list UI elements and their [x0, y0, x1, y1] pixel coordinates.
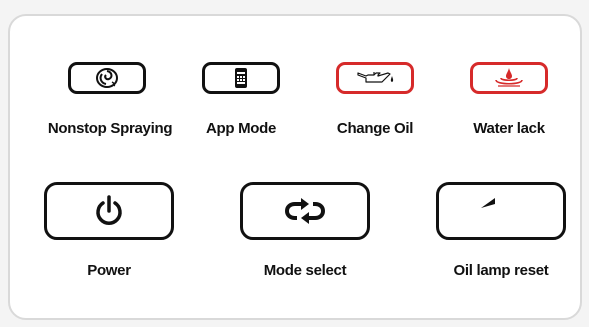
control-panel: Nonstop Spraying App Mode Change Oil Wat…: [8, 14, 582, 320]
spray-icon: [94, 67, 120, 89]
cycle-arrows-icon: [283, 198, 327, 224]
water-lack-label: Water lack: [473, 120, 545, 137]
phone-app-icon: [234, 67, 248, 89]
back-arrow-icon: [479, 196, 523, 226]
power-label: Power: [87, 262, 131, 279]
water-drop-icon: [492, 67, 526, 89]
oil-lamp-reset-button[interactable]: [436, 182, 566, 240]
power-button[interactable]: [44, 182, 174, 240]
oil-can-icon: [354, 67, 396, 89]
app-mode-indicator: [202, 62, 280, 94]
mode-select-label: Mode select: [263, 262, 347, 279]
nonstop-spraying-indicator: [68, 62, 146, 94]
nonstop-spraying-label: Nonstop Spraying: [47, 120, 173, 137]
oil-lamp-reset-label: Oil lamp reset: [453, 262, 549, 279]
change-oil-indicator: [336, 62, 414, 94]
mode-select-button[interactable]: [240, 182, 370, 240]
change-oil-label: Change Oil: [336, 120, 414, 137]
water-lack-indicator: [470, 62, 548, 94]
power-icon: [94, 195, 124, 227]
app-mode-label: App Mode: [205, 120, 277, 137]
